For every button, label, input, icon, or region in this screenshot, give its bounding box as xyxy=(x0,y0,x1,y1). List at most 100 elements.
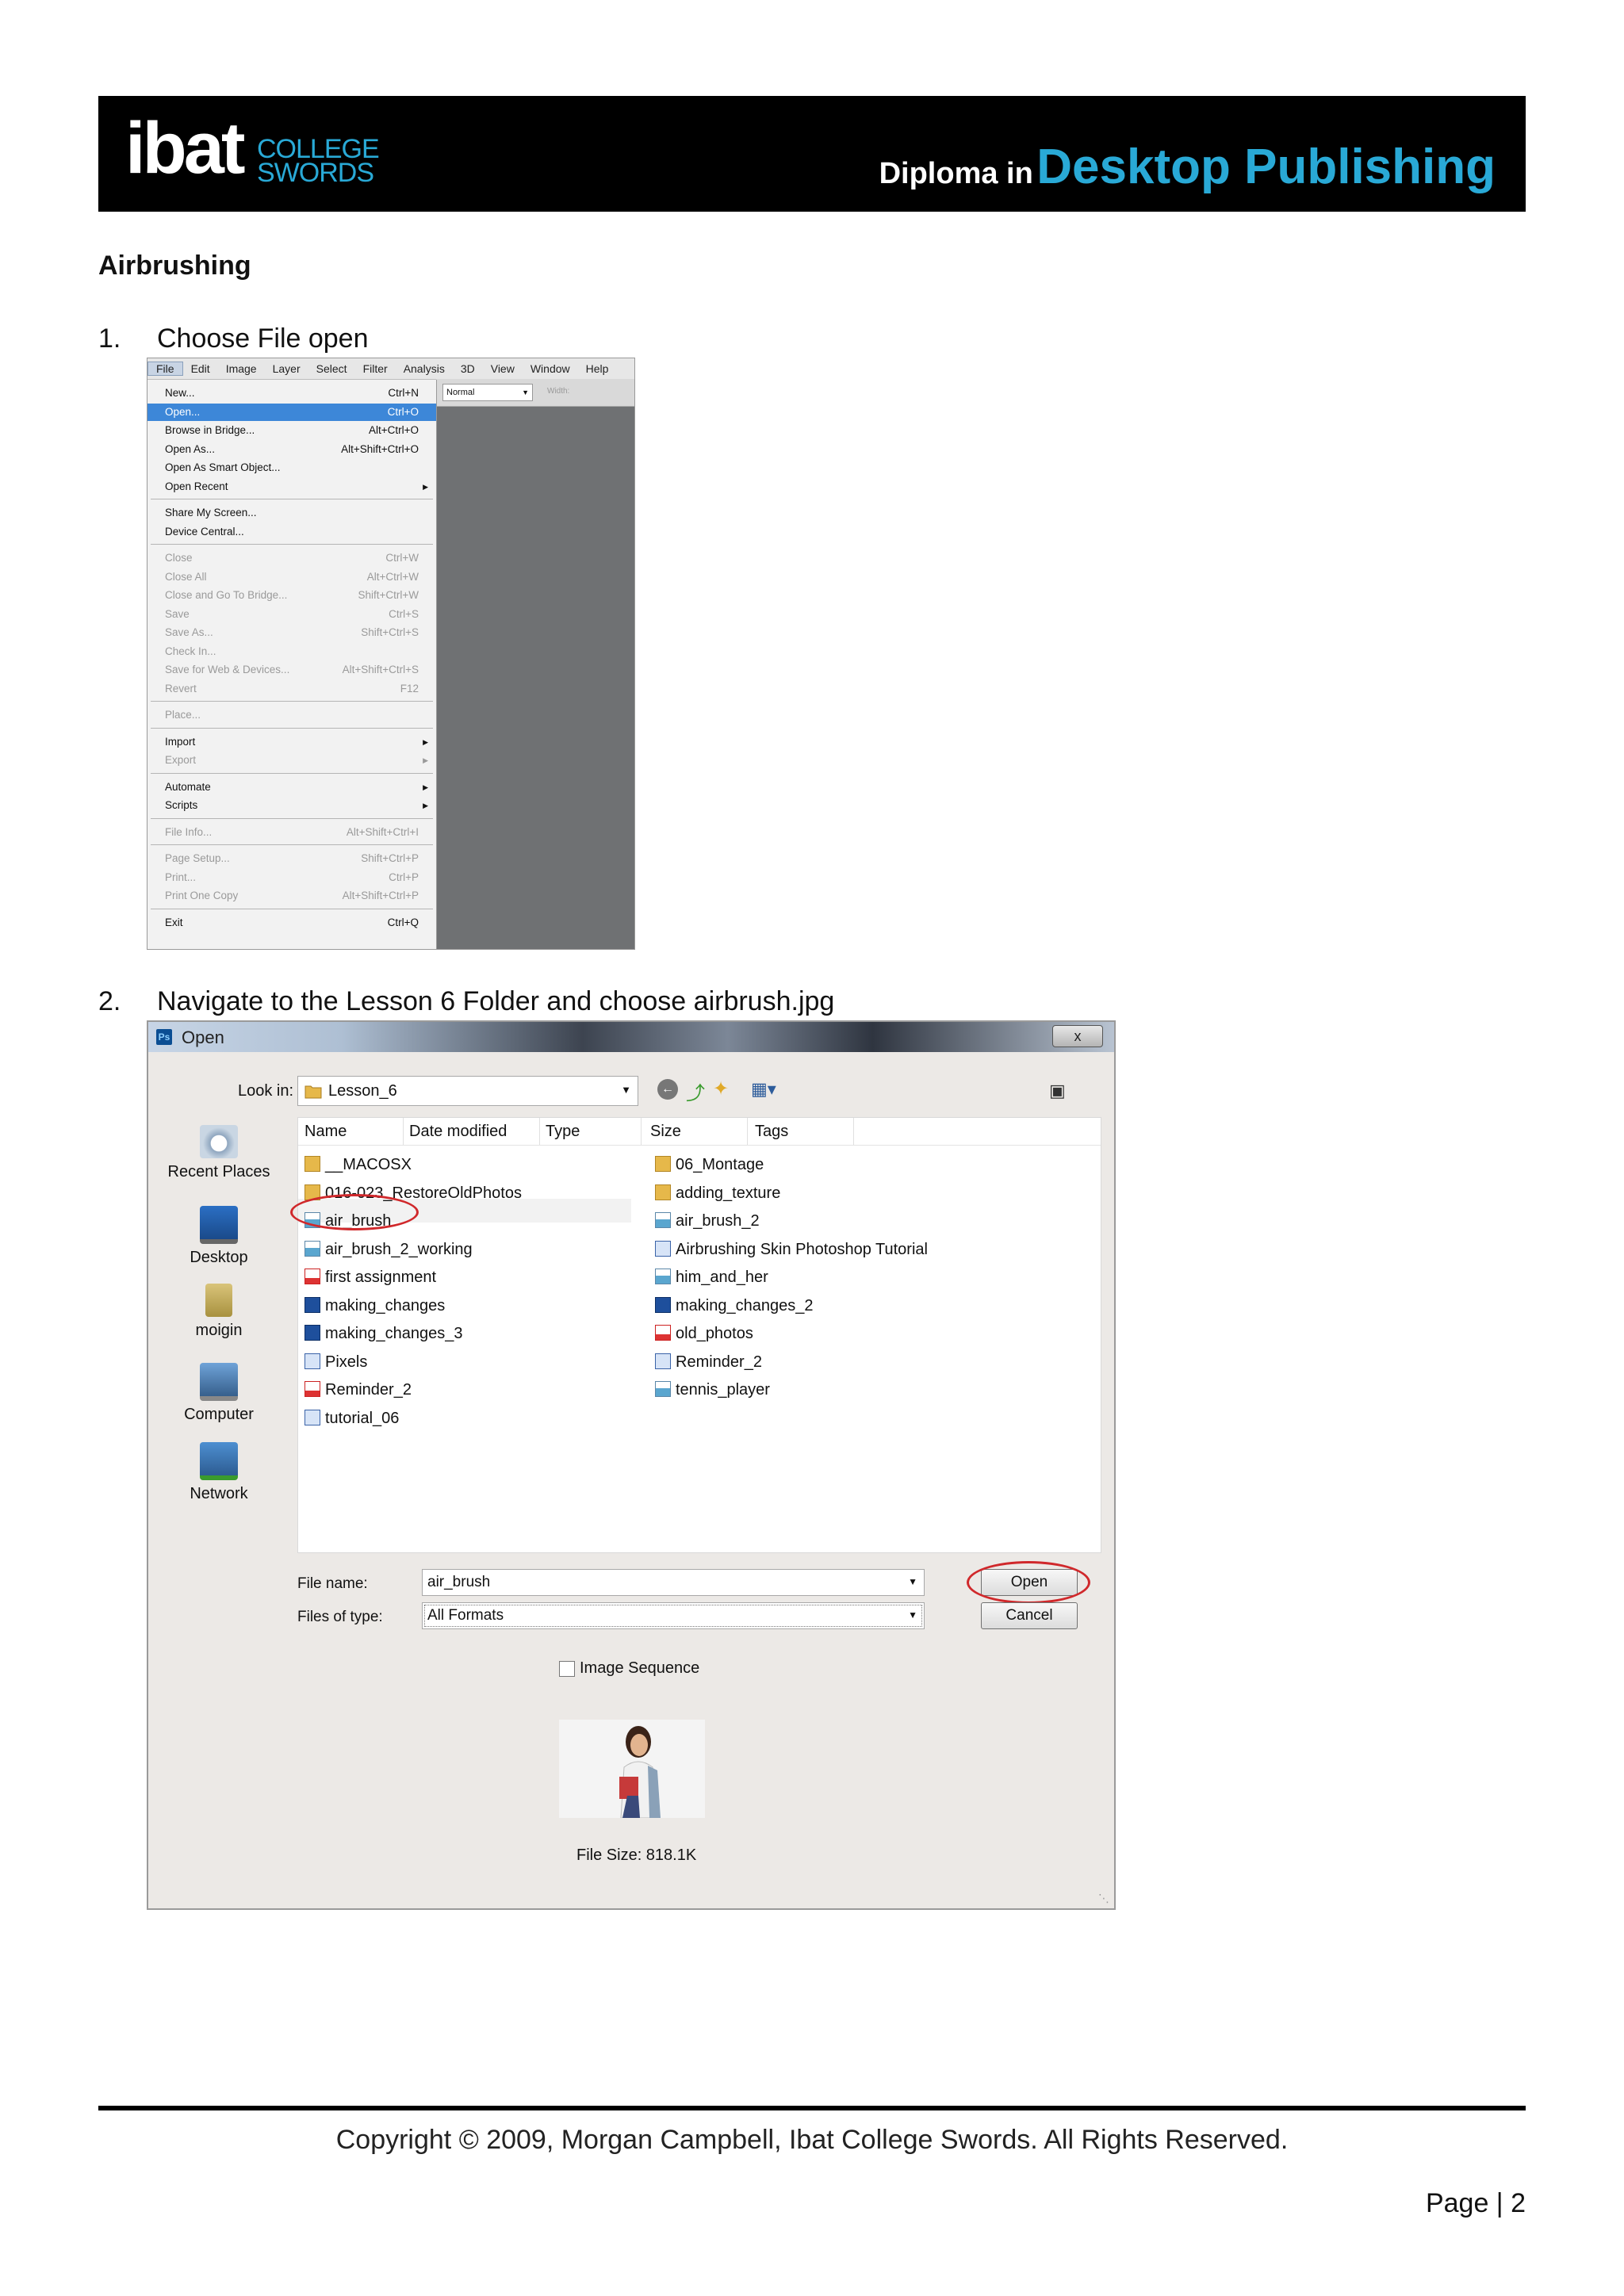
file-item-name: tennis_player xyxy=(676,1381,770,1399)
menu-item-scripts[interactable]: Scripts ▶ xyxy=(147,797,436,814)
dialog-titlebar: Ps Open x xyxy=(148,1022,1114,1052)
place-recent-places[interactable]: Recent Places xyxy=(161,1125,277,1181)
file-name-input[interactable]: air_brush ▼ xyxy=(422,1569,925,1596)
menubar-item-file[interactable]: File xyxy=(147,362,183,376)
file-type-label: Files of type: xyxy=(297,1609,383,1625)
file-item-name: him_and_her xyxy=(676,1269,768,1286)
menubar-item-window[interactable]: Window xyxy=(523,362,578,375)
file-item-name: Reminder_2 xyxy=(676,1353,762,1371)
file-item[interactable]: __MACOSX xyxy=(304,1153,412,1177)
menu-item-save-as: Save As... Shift+Ctrl+S xyxy=(147,624,436,641)
file-item-name: old_photos xyxy=(676,1325,753,1342)
place-user-folder[interactable]: moigin xyxy=(161,1284,277,1340)
column-date-modified[interactable]: Date modified xyxy=(409,1123,507,1141)
menubar-item-analysis[interactable]: Analysis xyxy=(396,362,453,375)
place-desktop[interactable]: Desktop xyxy=(161,1206,277,1267)
step-text: Choose File open xyxy=(157,323,369,354)
menu-item-save: Save Ctrl+S xyxy=(147,606,436,623)
menu-item-device-central[interactable]: Device Central... xyxy=(147,523,436,541)
menu-item-exit[interactable]: Exit Ctrl+Q xyxy=(147,914,436,932)
menubar-item-select[interactable]: Select xyxy=(308,362,355,375)
back-arrow-icon[interactable]: ← xyxy=(657,1079,678,1100)
menu-item-new[interactable]: New... Ctrl+N xyxy=(147,385,436,402)
cancel-button[interactable]: Cancel xyxy=(981,1602,1078,1629)
menu-item-open[interactable]: Open... Ctrl+O xyxy=(147,403,436,421)
image-preview xyxy=(559,1720,705,1819)
file-item[interactable]: tutorial_06 xyxy=(304,1406,399,1430)
step-text: Navigate to the Lesson 6 Folder and choo… xyxy=(157,986,835,1016)
file-item[interactable]: tennis_player xyxy=(655,1378,770,1402)
submenu-arrow-icon: ▶ xyxy=(423,737,428,746)
file-item[interactable]: 06_Montage xyxy=(655,1153,764,1177)
camera-raw-icon[interactable]: ▣ xyxy=(1049,1081,1066,1101)
menu-item-shortcut: Shift+Ctrl+W xyxy=(358,589,419,601)
new-folder-icon[interactable]: ✦ xyxy=(713,1077,729,1100)
menu-item-revert: Revert F12 xyxy=(147,680,436,698)
file-item[interactable]: first assignment xyxy=(304,1265,436,1289)
image-sequence-checkbox[interactable] xyxy=(559,1661,575,1677)
chevron-down-icon: ▼ xyxy=(621,1084,631,1096)
menu-item-shortcut: F12 xyxy=(400,682,419,695)
menubar-item-filter[interactable]: Filter xyxy=(355,362,396,375)
menubar-item-layer[interactable]: Layer xyxy=(265,362,308,375)
menu-item-shortcut: Ctrl+Q xyxy=(387,916,419,928)
column-name[interactable]: Name xyxy=(304,1123,347,1141)
menu-item-label: Close xyxy=(165,552,193,564)
column-tags[interactable]: Tags xyxy=(755,1123,788,1141)
place-network[interactable]: Network xyxy=(161,1442,277,1503)
menu-separator xyxy=(151,544,433,545)
highlight-circle xyxy=(290,1194,419,1230)
menu-item-import[interactable]: Import ▶ xyxy=(147,733,436,751)
menubar-item-help[interactable]: Help xyxy=(578,362,617,375)
up-folder-icon[interactable]: ⤴ xyxy=(686,1077,705,1105)
menu-item-open-as-smart-object[interactable]: Open As Smart Object... xyxy=(147,459,436,476)
menu-item-share-my-screen[interactable]: Share My Screen... xyxy=(147,504,436,522)
views-menu-icon[interactable]: ▦▾ xyxy=(751,1079,776,1100)
file-item[interactable]: making_changes xyxy=(304,1294,445,1318)
file-item[interactable]: making_changes_2 xyxy=(655,1294,813,1318)
menu-item-browse-in-bridge[interactable]: Browse in Bridge... Alt+Ctrl+O xyxy=(147,422,436,439)
file-item[interactable]: Reminder_2 xyxy=(304,1378,412,1402)
menu-separator xyxy=(151,844,433,845)
file-type-select[interactable]: All Formats ▼ xyxy=(422,1602,925,1629)
menu-item-automate[interactable]: Automate ▶ xyxy=(147,779,436,796)
menu-item-file-info: File Info... Alt+Shift+Ctrl+I xyxy=(147,824,436,841)
file-item[interactable]: making_changes_3 xyxy=(304,1322,462,1345)
submenu-arrow-icon: ▶ xyxy=(423,482,428,491)
resize-grip-icon[interactable]: ⋱ xyxy=(1098,1892,1109,1905)
menu-item-shortcut: Ctrl+N xyxy=(388,387,419,399)
menubar-item-3d[interactable]: 3D xyxy=(453,362,483,375)
menu-item-label: Import xyxy=(165,735,196,748)
pdf-file-icon xyxy=(304,1381,320,1397)
menu-separator xyxy=(151,772,433,774)
column-type[interactable]: Type xyxy=(546,1123,580,1141)
menubar-item-edit[interactable]: Edit xyxy=(183,362,218,375)
file-item[interactable]: him_and_her xyxy=(655,1265,768,1289)
file-list[interactable]: Name Date modified Type Size Tags __MACO… xyxy=(290,1117,1101,1553)
column-divider xyxy=(403,1118,404,1145)
highlight-circle xyxy=(967,1561,1090,1604)
look-in-dropdown[interactable]: Lesson_6 ▼ xyxy=(297,1076,638,1106)
doc-file-icon xyxy=(655,1353,671,1369)
file-item[interactable]: Airbrushing Skin Photoshop Tutorial xyxy=(655,1238,928,1261)
file-item[interactable]: adding_texture xyxy=(655,1181,780,1205)
blend-mode-select[interactable]: Normal xyxy=(442,384,533,401)
menubar-item-image[interactable]: Image xyxy=(218,362,265,375)
place-computer[interactable]: Computer xyxy=(161,1363,277,1424)
file-item[interactable]: Reminder_2 xyxy=(655,1350,762,1374)
file-item[interactable]: air_brush_2_working xyxy=(304,1238,473,1261)
chevron-down-icon: ▼ xyxy=(908,1576,917,1587)
menu-item-open-recent[interactable]: Open Recent ▶ xyxy=(147,478,436,496)
menubar-item-view[interactable]: View xyxy=(483,362,523,375)
file-menu-dropdown: New... Ctrl+N Open... Ctrl+O Browse in Bridg… xyxy=(147,380,437,949)
menu-item-open-as[interactable]: Open As... Alt+Shift+Ctrl+O xyxy=(147,441,436,458)
network-icon xyxy=(200,1442,238,1480)
file-type-value: All Formats xyxy=(427,1607,504,1624)
column-size[interactable]: Size xyxy=(650,1123,681,1141)
menu-item-print-one-copy: Print One Copy Alt+Shift+Ctrl+P xyxy=(147,887,436,905)
close-button[interactable]: x xyxy=(1052,1025,1103,1047)
file-item[interactable]: old_photos xyxy=(655,1322,753,1345)
file-item[interactable]: Pixels xyxy=(304,1350,367,1374)
file-item[interactable]: air_brush_2 xyxy=(655,1209,760,1233)
menu-item-label: File Info... xyxy=(165,825,213,838)
